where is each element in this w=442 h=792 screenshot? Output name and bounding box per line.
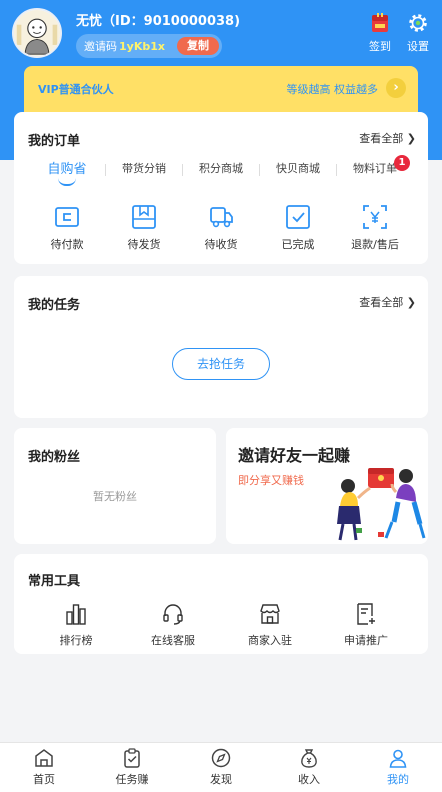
invite-code-pill: 邀请码 1yKb1x 复制	[76, 34, 222, 58]
tab-divider	[105, 164, 106, 176]
tools-card: 常用工具 排行榜 在线客服 商家入驻 申请推广	[14, 554, 428, 654]
clipboard-icon	[124, 748, 140, 768]
status-pending-shipment[interactable]: 待发货	[109, 204, 179, 252]
status-refund[interactable]: 退款/售后	[340, 204, 410, 252]
fans-title: 我的粉丝	[28, 450, 81, 465]
user-icon	[389, 749, 407, 768]
tool-apply-promotion[interactable]: 申请推广	[326, 602, 406, 648]
status-label: 待付款	[50, 238, 84, 251]
copy-button[interactable]: 复制	[177, 37, 219, 55]
document-add-icon	[357, 603, 375, 625]
nav-income[interactable]: 收入	[274, 747, 344, 787]
settings-label: 设置	[407, 40, 429, 53]
orders-title: 我的订单	[28, 134, 81, 149]
money-bag-icon	[301, 749, 317, 768]
tool-label: 在线客服	[151, 634, 195, 647]
vip-banner[interactable]: VIP普通合伙人 等级越高 权益越多 ›	[24, 66, 418, 112]
avatar[interactable]	[12, 8, 62, 58]
tasks-see-all[interactable]: 查看全部 ❯	[359, 294, 416, 310]
sign-in-icon	[372, 13, 388, 32]
tab-distribution[interactable]: 带货分销	[122, 160, 166, 176]
grab-task-button[interactable]: 去抢任务	[172, 348, 270, 380]
user-id: （ID：9010000038)	[102, 14, 241, 29]
status-label: 已完成	[281, 238, 315, 251]
fans-card[interactable]: 我的粉丝 暂无粉丝	[14, 428, 216, 544]
invite-friends-card[interactable]: 邀请好友一起赚 即分享又赚钱	[226, 428, 428, 544]
tab-divider	[336, 164, 337, 176]
gear-icon	[409, 14, 427, 32]
tab-material-orders[interactable]: 物料订单	[353, 160, 397, 176]
truck-icon	[210, 207, 233, 228]
status-label: 待发货	[127, 238, 161, 251]
tab-divider	[259, 164, 260, 176]
invite-subtitle: 即分享又赚钱	[238, 474, 304, 487]
order-tabs: 自购省 带货分销 积分商城 快贝商城 物料订单	[14, 160, 428, 184]
nav-mine[interactable]: 我的	[363, 747, 433, 787]
fans-empty-text: 暂无粉丝	[93, 490, 137, 503]
bar-chart-icon	[66, 604, 86, 625]
tools-title: 常用工具	[28, 574, 81, 589]
nav-label: 收入	[298, 773, 320, 786]
refund-icon	[363, 205, 387, 229]
chevron-right-icon: ›	[386, 78, 406, 98]
nav-label: 任务赚	[115, 773, 149, 786]
status-label: 待收货	[204, 238, 238, 251]
tool-label: 申请推广	[344, 634, 388, 647]
bottom-nav: 首页 任务赚 发现 收入 我的	[0, 742, 442, 792]
nav-tasks[interactable]: 任务赚	[97, 747, 167, 787]
tab-divider	[182, 164, 183, 176]
status-completed[interactable]: 已完成	[263, 204, 333, 252]
nav-label: 我的	[387, 773, 409, 786]
store-icon	[260, 604, 280, 624]
wallet-icon	[55, 207, 79, 227]
active-tab-indicator	[58, 178, 76, 186]
tab-kuaibei-mall[interactable]: 快贝商城	[276, 160, 320, 176]
invite-illustration	[337, 468, 426, 541]
vip-slogan: 等级越高 权益越多	[286, 83, 379, 96]
invite-label: 邀请码	[84, 40, 117, 53]
sign-in-button[interactable]: 签到	[364, 12, 396, 54]
tab-self-purchase[interactable]: 自购省	[47, 158, 86, 177]
sign-in-label: 签到	[369, 40, 391, 53]
checkbox-icon	[286, 205, 310, 229]
tab-points-mall[interactable]: 积分商城	[199, 160, 243, 176]
invite-code: 1yKb1x	[119, 39, 165, 53]
status-pending-payment[interactable]: 待付款	[32, 204, 102, 252]
tasks-title: 我的任务	[28, 298, 81, 313]
home-icon	[35, 749, 53, 767]
tool-label: 商家入驻	[248, 634, 292, 647]
headset-icon	[163, 604, 183, 625]
vip-level: VIP普通合伙人	[38, 83, 114, 96]
tool-customer-service[interactable]: 在线客服	[133, 602, 213, 648]
tool-label: 排行榜	[59, 634, 93, 647]
settings-button[interactable]: 设置	[402, 12, 434, 54]
orders-see-all[interactable]: 查看全部 ❯	[359, 130, 416, 146]
tool-ranking[interactable]: 排行榜	[36, 602, 116, 648]
status-pending-receipt[interactable]: 待收货	[186, 204, 256, 252]
nav-label: 发现	[210, 773, 232, 786]
tab-badge: 1	[394, 155, 410, 171]
user-name: 无忧	[76, 14, 103, 29]
tasks-card: 我的任务 查看全部 ❯ 去抢任务	[14, 276, 428, 418]
compass-icon	[211, 748, 231, 768]
user-name-line: 无忧（ID：9010000038)	[76, 10, 240, 29]
nav-label: 首页	[33, 773, 55, 786]
orders-card: 我的订单 查看全部 ❯ 自购省 带货分销 积分商城 快贝商城 物料订单 1 待付…	[14, 112, 428, 264]
status-label: 退款/售后	[351, 238, 399, 251]
package-icon	[132, 205, 156, 229]
tool-merchant-join[interactable]: 商家入驻	[230, 602, 310, 648]
nav-discover[interactable]: 发现	[186, 747, 256, 787]
nav-home[interactable]: 首页	[9, 747, 79, 787]
